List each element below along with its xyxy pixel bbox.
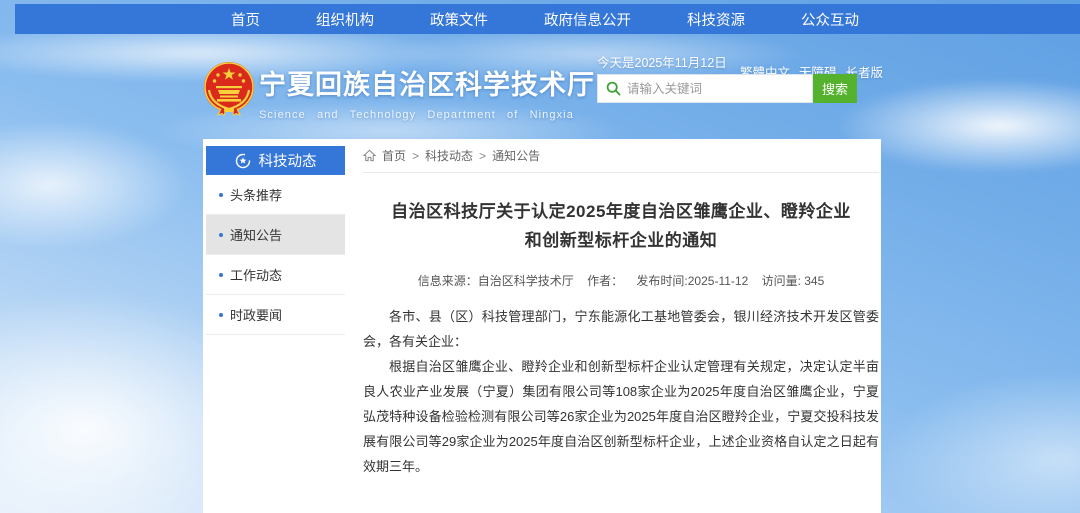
sidebar-item-work-updates[interactable]: 工作动态 (206, 255, 345, 295)
breadcrumb-separator: > (479, 149, 486, 163)
nav-item-gov-info[interactable]: 政府信息公开 (544, 9, 631, 30)
national-emblem-icon (203, 60, 255, 116)
top-navbar: 首页 组织机构 政策文件 政府信息公开 科技资源 公众互动 (15, 4, 1080, 34)
article-meta: 信息来源：自治区科学技术厅 作者： 发布时间:2025-11-12 访问量: 3… (363, 272, 879, 289)
article-title-line2: 和创新型标杆企业的通知 (363, 226, 879, 255)
site-subtitle: Science and Technology Department of Nin… (259, 109, 595, 121)
sidebar-item-notices[interactable]: 通知公告 (206, 215, 345, 255)
article-body: 各市、县（区）科技管理部门，宁东能源化工基地管委会，银川经济技术开发区管委会，各… (363, 304, 879, 479)
main-panel: 科技动态 头条推荐 通知公告 工作动态 时政要闻 (203, 139, 881, 513)
sidebar-item-label: 通知公告 (230, 225, 282, 244)
sidebar-header: 科技动态 (206, 146, 345, 175)
breadcrumb-home[interactable]: 首页 (382, 147, 406, 164)
page: 首页 组织机构 政策文件 政府信息公开 科技资源 公众互动 宁夏回族自治区科学技… (0, 0, 1080, 513)
bullet-icon (219, 313, 223, 317)
search-input-wrap (597, 74, 813, 103)
search-bar: 搜索 (597, 74, 857, 103)
bullet-icon (219, 193, 223, 197)
sidebar-item-headlines[interactable]: 头条推荐 (206, 175, 345, 215)
nav-item-policy[interactable]: 政策文件 (430, 9, 488, 30)
site-logo[interactable] (203, 60, 255, 116)
meta-time: 发布时间:2025-11-12 (636, 274, 748, 288)
home-icon (363, 149, 376, 162)
search-icon (606, 81, 621, 96)
search-input[interactable] (627, 75, 812, 102)
sidebar: 科技动态 头条推荐 通知公告 工作动态 时政要闻 (206, 146, 345, 335)
article-paragraph: 各市、县（区）科技管理部门，宁东能源化工基地管委会，银川经济技术开发区管委会，各… (363, 304, 879, 354)
article-title: 自治区科技厅关于认定2025年度自治区雏鹰企业、瞪羚企业 和创新型标杆企业的通知 (363, 197, 879, 255)
meta-source: 信息来源：自治区科学技术厅 (418, 274, 574, 288)
meta-author: 作者： (587, 274, 623, 288)
article-title-line1: 自治区科技厅关于认定2025年度自治区雏鹰企业、瞪羚企业 (363, 197, 879, 226)
sidebar-title: 科技动态 (259, 150, 317, 171)
bullet-icon (219, 273, 223, 277)
cloud-decoration (880, 370, 1080, 513)
article: 自治区科技厅关于认定2025年度自治区雏鹰企业、瞪羚企业 和创新型标杆企业的通知… (363, 173, 879, 513)
nav-item-interaction[interactable]: 公众互动 (801, 9, 859, 30)
sidebar-item-label: 工作动态 (230, 265, 282, 284)
meta-visits: 访问量: 345 (762, 274, 825, 288)
breadcrumb: 首页 > 科技动态 > 通知公告 (363, 139, 879, 173)
nav-item-org[interactable]: 组织机构 (316, 9, 374, 30)
nav-item-home[interactable]: 首页 (231, 9, 260, 30)
bullet-icon (219, 233, 223, 237)
site-title-block: 宁夏回族自治区科学技术厅 Science and Technology Depa… (259, 63, 595, 121)
sidebar-item-label: 头条推荐 (230, 185, 282, 204)
breadcrumb-separator: > (412, 149, 419, 163)
breadcrumb-current[interactable]: 通知公告 (492, 147, 540, 164)
breadcrumb-section[interactable]: 科技动态 (425, 147, 473, 164)
star-circle-icon (235, 153, 251, 169)
site-title: 宁夏回族自治区科学技术厅 (259, 63, 595, 102)
article-paragraph: 根据自治区雏鹰企业、瞪羚企业和创新型标杆企业认定管理有关规定，决定认定半亩良人农… (363, 354, 879, 479)
sidebar-item-label: 时政要闻 (230, 305, 282, 324)
nav-item-resources[interactable]: 科技资源 (687, 9, 745, 30)
sidebar-item-political-news[interactable]: 时政要闻 (206, 295, 345, 335)
search-button[interactable]: 搜索 (813, 74, 857, 103)
